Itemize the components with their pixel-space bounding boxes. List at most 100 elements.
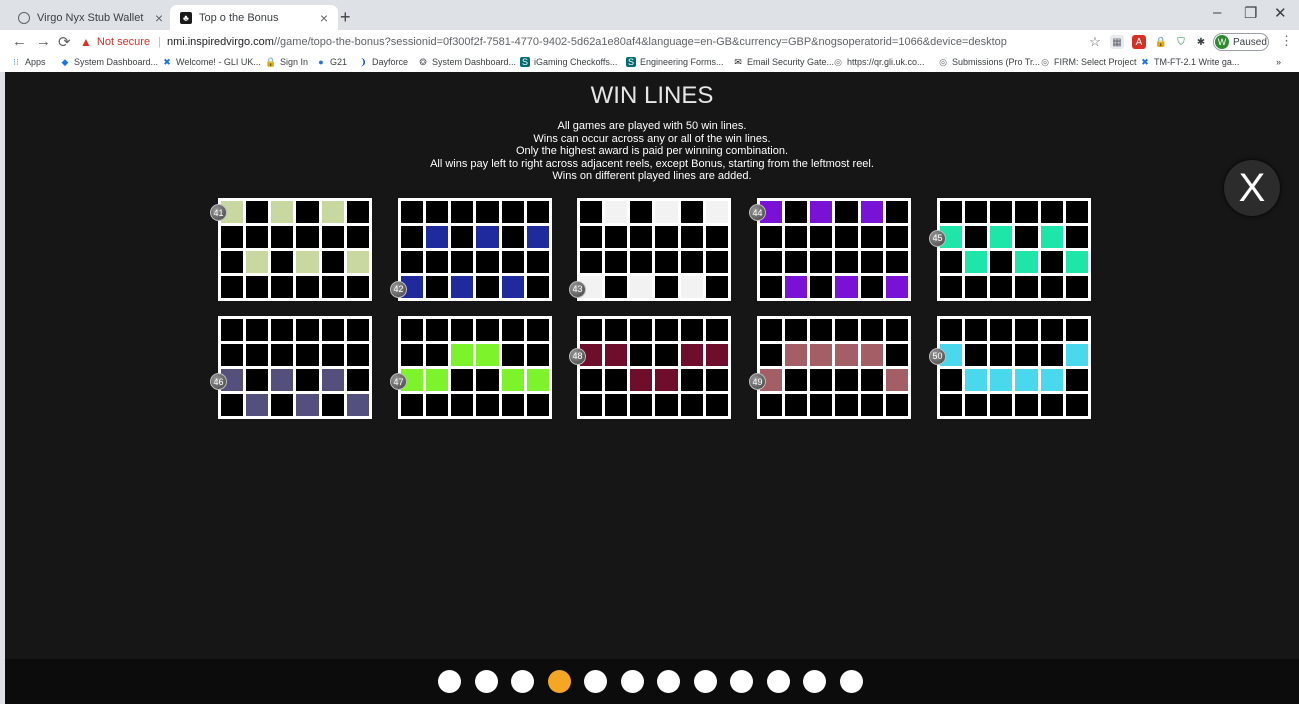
bookmark-label: G21: [330, 57, 348, 67]
tab-top-o-the-bonus[interactable]: ♣ Top o the Bonus ×: [170, 5, 338, 30]
grid-cell: [810, 251, 833, 273]
mail-icon: ✉: [734, 56, 742, 67]
highlighted-cell: [655, 369, 678, 391]
close-window-button[interactable]: ✕: [1274, 4, 1287, 22]
bookmark-item[interactable]: ✖ TM-FT-2.1 Write ga...: [1140, 56, 1239, 68]
grid-cell: [655, 319, 678, 341]
grid-cell: [605, 276, 628, 298]
pdf-extension-icon[interactable]: A: [1132, 35, 1146, 49]
divider: |: [158, 36, 161, 48]
grid-cell: [885, 319, 908, 341]
grid-cell: [1040, 344, 1063, 366]
bookmark-item[interactable]: ● G21: [316, 57, 347, 67]
puzzle-icon[interactable]: ✱: [1194, 35, 1208, 49]
grid-cell: [271, 344, 294, 366]
menu-icon[interactable]: ⋮: [1280, 33, 1293, 49]
highlighted-cell: [810, 344, 833, 366]
reload-button[interactable]: ⟳: [58, 33, 71, 51]
line-number-badge: 41: [210, 204, 227, 221]
tab-title: Virgo Nyx Stub Wallet: [37, 11, 144, 24]
forward-button[interactable]: →: [36, 33, 51, 50]
bookmark-item[interactable]: ❩ Dayforce: [358, 56, 408, 68]
dashboard-icon: ❂: [419, 56, 427, 67]
grid-cell: [785, 226, 808, 248]
page-dot-3[interactable]: [511, 670, 534, 693]
grid-cell: [346, 226, 369, 248]
page-dot-10[interactable]: [766, 670, 790, 693]
grid-cell: [321, 251, 344, 273]
close-tab-icon[interactable]: ×: [320, 10, 328, 26]
highlighted-cell: [860, 344, 883, 366]
page-dot-1[interactable]: [438, 670, 461, 693]
grid-cell: [451, 319, 474, 341]
grid-cell: [476, 251, 499, 273]
highlighted-cell: [1015, 251, 1038, 273]
extension-icon[interactable]: ▦: [1110, 35, 1124, 49]
page-dot-9[interactable]: [730, 670, 753, 693]
close-tab-icon[interactable]: ×: [155, 10, 163, 26]
profile-button[interactable]: W Paused: [1213, 33, 1269, 51]
grid-cell: [346, 344, 369, 366]
grid-cell: [476, 394, 499, 416]
close-button[interactable]: X: [1224, 160, 1280, 216]
bookmark-item[interactable]: 🔒 Sign In: [265, 57, 308, 68]
grid-cell: [401, 226, 424, 248]
grid-cell: [271, 251, 294, 273]
game-canvas: WIN LINES All games are played with 50 w…: [5, 72, 1299, 704]
page-dot-5[interactable]: [584, 670, 607, 693]
grid-cell: [401, 344, 424, 366]
grid-cell: [860, 251, 883, 273]
grid-cell: [401, 251, 424, 273]
grid-cell: [221, 394, 244, 416]
bookmark-item[interactable]: ◎ Submissions (Pro Tr...: [938, 57, 1040, 68]
grid-cell: [785, 201, 808, 223]
grid-cell: [1015, 344, 1038, 366]
bookmark-item[interactable]: ◆ System Dashboard...: [60, 56, 159, 68]
gli-icon: ✖: [1141, 56, 1149, 67]
bookmark-item[interactable]: ✉ Email Security Gate...: [733, 56, 834, 68]
grid-cell: [605, 369, 628, 391]
grid-cell: [835, 201, 858, 223]
page-dot-8[interactable]: [693, 670, 717, 693]
minimize-button[interactable]: –: [1213, 4, 1221, 21]
grid-cell: [271, 226, 294, 248]
bookmark-apps[interactable]: ⁝⁝ Apps: [11, 57, 45, 68]
shield-extension-icon[interactable]: ⛉: [1174, 35, 1188, 49]
grid-cell: [965, 201, 988, 223]
grid-cell: [655, 251, 678, 273]
bookmark-item[interactable]: SiGaming Checkoffs...: [520, 57, 617, 67]
bookmark-item[interactable]: S Engineering Forms...: [626, 57, 724, 67]
grid-cell: [860, 276, 883, 298]
page-dot-12[interactable]: [839, 670, 863, 693]
page-dot-6[interactable]: [620, 670, 644, 693]
url-host: nmi.inspiredvirgo.com: [166, 36, 274, 48]
page-dot-4[interactable]: [547, 670, 571, 693]
bookmark-item[interactable]: ◎ FIRM: Select Project: [1040, 57, 1136, 68]
diamond-icon: ◆: [61, 56, 69, 67]
highlighted-cell: [605, 344, 628, 366]
dayforce-icon: ❩: [359, 56, 367, 67]
bookmark-star-icon[interactable]: ☆: [1088, 34, 1102, 49]
bookmark-item[interactable]: ❂ System Dashboard...: [418, 56, 516, 68]
bookmark-item[interactable]: ◎ https://qr.gli.uk.co...: [833, 57, 924, 68]
grid-cell: [426, 319, 449, 341]
grid-cell: [246, 201, 269, 223]
grid-cell: [965, 276, 988, 298]
grid-cell: [321, 226, 344, 248]
restore-button[interactable]: ❐: [1244, 4, 1257, 22]
bookmark-item[interactable]: ✖ Welcome! - GLI UK...: [162, 57, 261, 68]
grid-cell: [1040, 394, 1063, 416]
page-dot-7[interactable]: [657, 670, 680, 693]
back-button[interactable]: ←: [12, 33, 27, 50]
grid-cell: [451, 226, 474, 248]
tab-virgo-nyx-stub-wallet[interactable]: Virgo Nyx Stub Wallet ×: [8, 5, 173, 30]
page-dot-2[interactable]: [474, 670, 498, 693]
page-dot-11[interactable]: [803, 670, 826, 693]
lock-extension-icon[interactable]: 🔒: [1154, 35, 1168, 49]
new-tab-button[interactable]: +: [340, 7, 351, 28]
game-icon: ♣: [180, 11, 192, 24]
more-bookmarks-icon[interactable]: »: [1276, 57, 1281, 67]
address-bar[interactable]: ▲ Not secure | nmi.inspiredvirgo.com//ga…: [80, 32, 1080, 52]
highlighted-cell: [451, 276, 474, 298]
highlighted-cell: [346, 394, 369, 416]
